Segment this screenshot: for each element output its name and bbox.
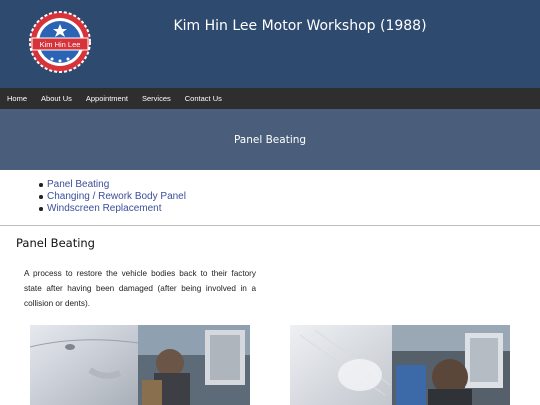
service-list: Panel Beating Changing / Rework Body Pan… <box>39 179 186 215</box>
nav-item-about-us[interactable]: About Us <box>34 88 79 109</box>
workshop-logo[interactable]: Kim Hin Lee <box>28 10 92 74</box>
service-link-rework-body-panel[interactable]: Changing / Rework Body Panel <box>39 191 186 203</box>
nav-item-home[interactable]: Home <box>0 88 34 109</box>
main-nav: Home About Us Appointment Services Conta… <box>0 88 540 109</box>
site-header: Kim Hin Lee Kim Hin Lee Motor Workshop (… <box>0 0 540 88</box>
service-link-windscreen-replacement[interactable]: Windscreen Replacement <box>39 203 186 215</box>
page-title: Panel Beating <box>233 133 307 146</box>
nav-item-services[interactable]: Services <box>135 88 178 109</box>
logo-text: Kim Hin Lee <box>40 40 81 49</box>
nav-item-appointment[interactable]: Appointment <box>79 88 135 109</box>
panel-beating-photo-right <box>290 325 510 405</box>
service-link-panel-beating[interactable]: Panel Beating <box>39 179 186 191</box>
section-title: Panel Beating <box>16 236 95 250</box>
page-banner: Panel Beating <box>0 109 540 170</box>
nav-item-contact-us[interactable]: Contact Us <box>178 88 229 109</box>
section-divider <box>0 225 540 226</box>
section-description: A process to restore the vehicle bodies … <box>24 269 256 308</box>
panel-beating-photo-left <box>30 325 250 405</box>
site-title: Kim Hin Lee Motor Workshop (1988) <box>173 18 427 34</box>
